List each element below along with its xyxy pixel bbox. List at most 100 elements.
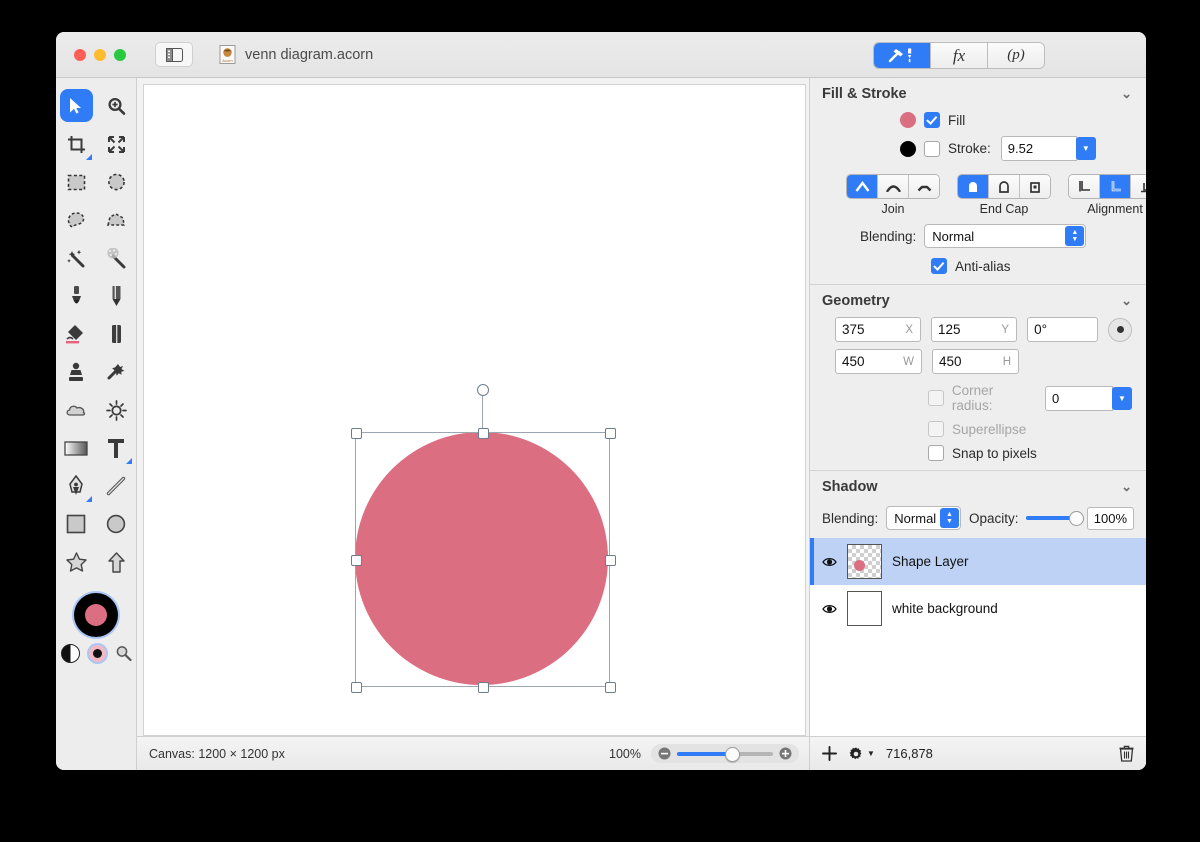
handle-middle-left[interactable] (351, 555, 362, 566)
miter-join-option[interactable] (847, 175, 878, 198)
corner-radius-checkbox[interactable] (928, 390, 944, 406)
star-tool[interactable] (56, 543, 96, 581)
lasso-tool[interactable] (56, 201, 96, 239)
layer-settings-button[interactable]: ▼ (848, 746, 875, 762)
opacity-slider-knob[interactable] (1068, 511, 1084, 526)
smudge-tool[interactable] (96, 353, 136, 391)
tab-tools[interactable] (874, 43, 931, 68)
align-center-option[interactable] (1100, 175, 1131, 198)
y-input[interactable]: 125 Y (931, 317, 1018, 342)
handle-top-right[interactable] (605, 428, 616, 439)
fill-color-swatch[interactable] (85, 604, 107, 626)
fill-stroke-header[interactable]: Fill & Stroke ⌄ (810, 78, 1146, 110)
zoom-slider[interactable] (677, 746, 773, 762)
elliptical-select-tool[interactable] (96, 163, 136, 201)
eye-visibility-icon[interactable] (822, 556, 837, 568)
zoom-button[interactable] (114, 48, 126, 61)
instant-alpha-tool[interactable] (96, 239, 136, 277)
antialias-checkbox[interactable] (931, 258, 947, 274)
shadow-header[interactable]: Shadow ⌄ (810, 471, 1146, 503)
layer-row-background[interactable]: white background (810, 585, 1146, 632)
zoom-slider-knob[interactable] (725, 746, 740, 762)
line-tool[interactable] (96, 467, 136, 505)
round-cap-option[interactable] (989, 175, 1020, 198)
handle-bottom-left[interactable] (351, 682, 362, 693)
ellipse-tool[interactable] (96, 505, 136, 543)
rectangle-tool[interactable] (56, 505, 96, 543)
height-input[interactable]: 450 H (932, 349, 1019, 374)
blur-tool[interactable] (56, 391, 96, 429)
transform-tool[interactable] (96, 125, 136, 163)
rectangular-select-tool[interactable] (56, 163, 96, 201)
bevel-join-option[interactable] (909, 175, 939, 198)
brush-tool[interactable] (56, 277, 96, 315)
corner-radius-input[interactable]: 0 (1045, 385, 1113, 411)
stroke-width-input[interactable]: 9.52 (1000, 136, 1077, 161)
close-button[interactable] (74, 48, 86, 61)
butt-cap-option[interactable] (958, 175, 989, 198)
shadow-blending-stepper-icon[interactable]: ▲ ▼ (939, 508, 959, 528)
x-input[interactable]: 375 X (835, 317, 922, 342)
round-join-option[interactable] (878, 175, 909, 198)
magic-wand-tool[interactable] (56, 239, 96, 277)
tab-palette[interactable]: (p) (988, 43, 1044, 68)
layer-name[interactable]: white background (892, 601, 998, 616)
handle-bottom-center[interactable] (478, 682, 489, 693)
rotation-dial[interactable] (1108, 317, 1132, 342)
zoom-tool[interactable] (96, 87, 136, 125)
fill-color-swatch[interactable] (900, 112, 916, 128)
chevron-down-icon[interactable]: ⌄ (1121, 86, 1132, 102)
pencil-tool[interactable] (96, 277, 136, 315)
chevron-down-icon[interactable]: ⌄ (1121, 293, 1132, 309)
opacity-slider[interactable] (1026, 511, 1084, 526)
polygon-lasso-tool[interactable] (96, 201, 136, 239)
color-well[interactable] (74, 593, 118, 637)
text-tool[interactable] (96, 429, 136, 467)
eye-visibility-icon[interactable] (822, 603, 837, 615)
dodge-tool[interactable] (96, 391, 136, 429)
trash-icon[interactable] (1119, 745, 1134, 762)
black-white-reset-icon[interactable] (60, 644, 80, 663)
layer-row-shape[interactable]: Shape Layer (810, 538, 1146, 585)
arrow-tool[interactable] (96, 543, 136, 581)
stroke-checkbox[interactable] (924, 140, 940, 157)
color-picker-icon[interactable] (115, 645, 132, 662)
zoom-out-icon[interactable] (658, 747, 671, 760)
plus-icon[interactable] (822, 746, 837, 761)
snap-to-pixels-checkbox[interactable] (928, 445, 944, 461)
opacity-input[interactable]: 100% (1086, 506, 1134, 530)
layer-name[interactable]: Shape Layer (892, 554, 969, 569)
crop-tool[interactable] (56, 125, 96, 163)
foreground-color-dot-icon[interactable] (88, 645, 106, 662)
handle-bottom-right[interactable] (605, 682, 616, 693)
rotation-handle[interactable] (477, 384, 489, 396)
square-cap-option[interactable] (1020, 175, 1050, 198)
fill-checkbox[interactable] (924, 112, 940, 128)
shadow-blending-select[interactable]: Normal ▲ ▼ (886, 506, 961, 530)
align-outside-option[interactable] (1131, 175, 1146, 198)
blending-select[interactable]: Normal ▲ ▼ (924, 224, 1087, 248)
paint-bucket-tool[interactable] (56, 315, 96, 353)
geometry-header[interactable]: Geometry ⌄ (810, 285, 1146, 317)
handle-middle-right[interactable] (605, 555, 616, 566)
pen-tool[interactable] (56, 467, 96, 505)
chevron-down-icon[interactable]: ⌄ (1121, 479, 1132, 495)
canvas[interactable] (143, 84, 806, 736)
zoom-in-icon[interactable] (779, 747, 792, 760)
width-input[interactable]: 450 W (835, 349, 922, 374)
superellipse-checkbox[interactable] (928, 421, 944, 437)
align-inside-option[interactable] (1069, 175, 1100, 198)
corner-radius-dropdown[interactable]: ▼ (1112, 386, 1132, 410)
clone-stamp-tool[interactable] (56, 353, 96, 391)
handle-top-left[interactable] (351, 428, 362, 439)
stroke-color-swatch[interactable] (900, 140, 916, 157)
sidebar-toggle-button[interactable] (155, 42, 193, 67)
eraser-tool[interactable] (96, 315, 136, 353)
gradient-tool[interactable] (56, 429, 96, 467)
move-tool[interactable] (56, 87, 96, 125)
minimize-button[interactable] (94, 48, 106, 61)
handle-top-center[interactable] (478, 428, 489, 439)
rotation-input[interactable]: 0° (1027, 317, 1099, 342)
stroke-width-dropdown[interactable]: ▼ (1075, 137, 1096, 160)
blending-stepper-icon[interactable]: ▲ ▼ (1065, 226, 1085, 246)
